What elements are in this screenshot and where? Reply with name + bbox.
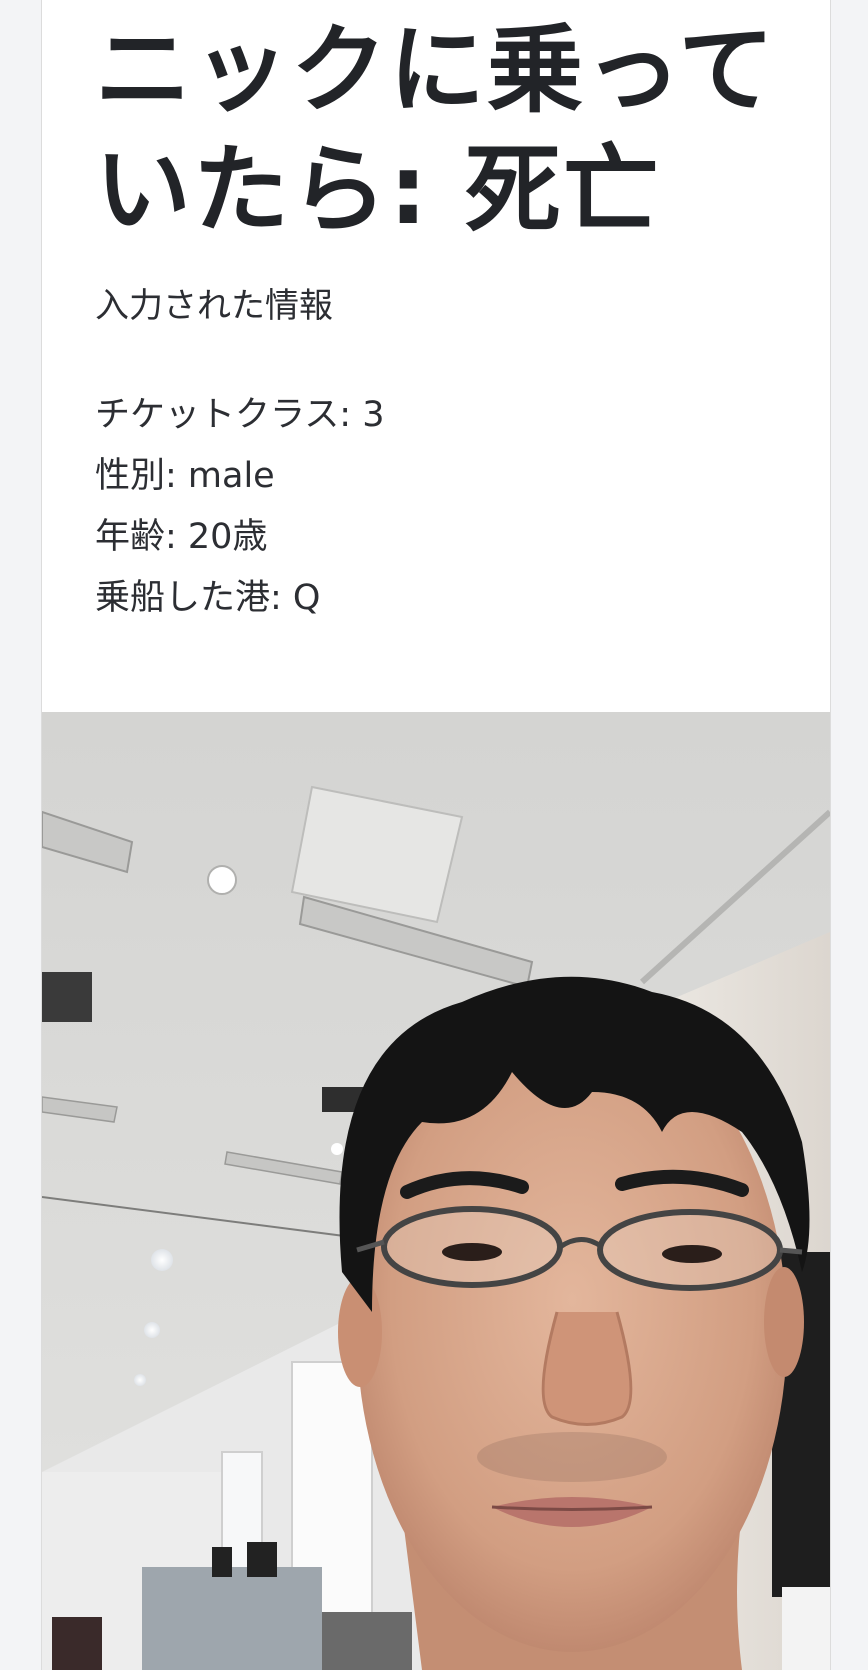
age-item: 年齢: 20歳 xyxy=(95,517,268,557)
result-headline: ニックに乗っていたら: 死亡 xyxy=(95,14,777,246)
sex-item: 性別: male xyxy=(95,456,275,496)
input-info-heading: 入力された情報 xyxy=(95,286,333,326)
input-info-list: チケットクラス: 3 性別: male 年齢: 20歳 乗船した港: Q xyxy=(95,385,385,629)
selfie-photo xyxy=(42,712,830,1670)
result-card: ニックに乗っていたら: 死亡 入力された情報 チケットクラス: 3 性別: ma… xyxy=(41,0,831,1670)
ticket-class-item: チケットクラス: 3 xyxy=(95,395,385,435)
embarked-port-item: 乗船した港: Q xyxy=(95,578,321,618)
